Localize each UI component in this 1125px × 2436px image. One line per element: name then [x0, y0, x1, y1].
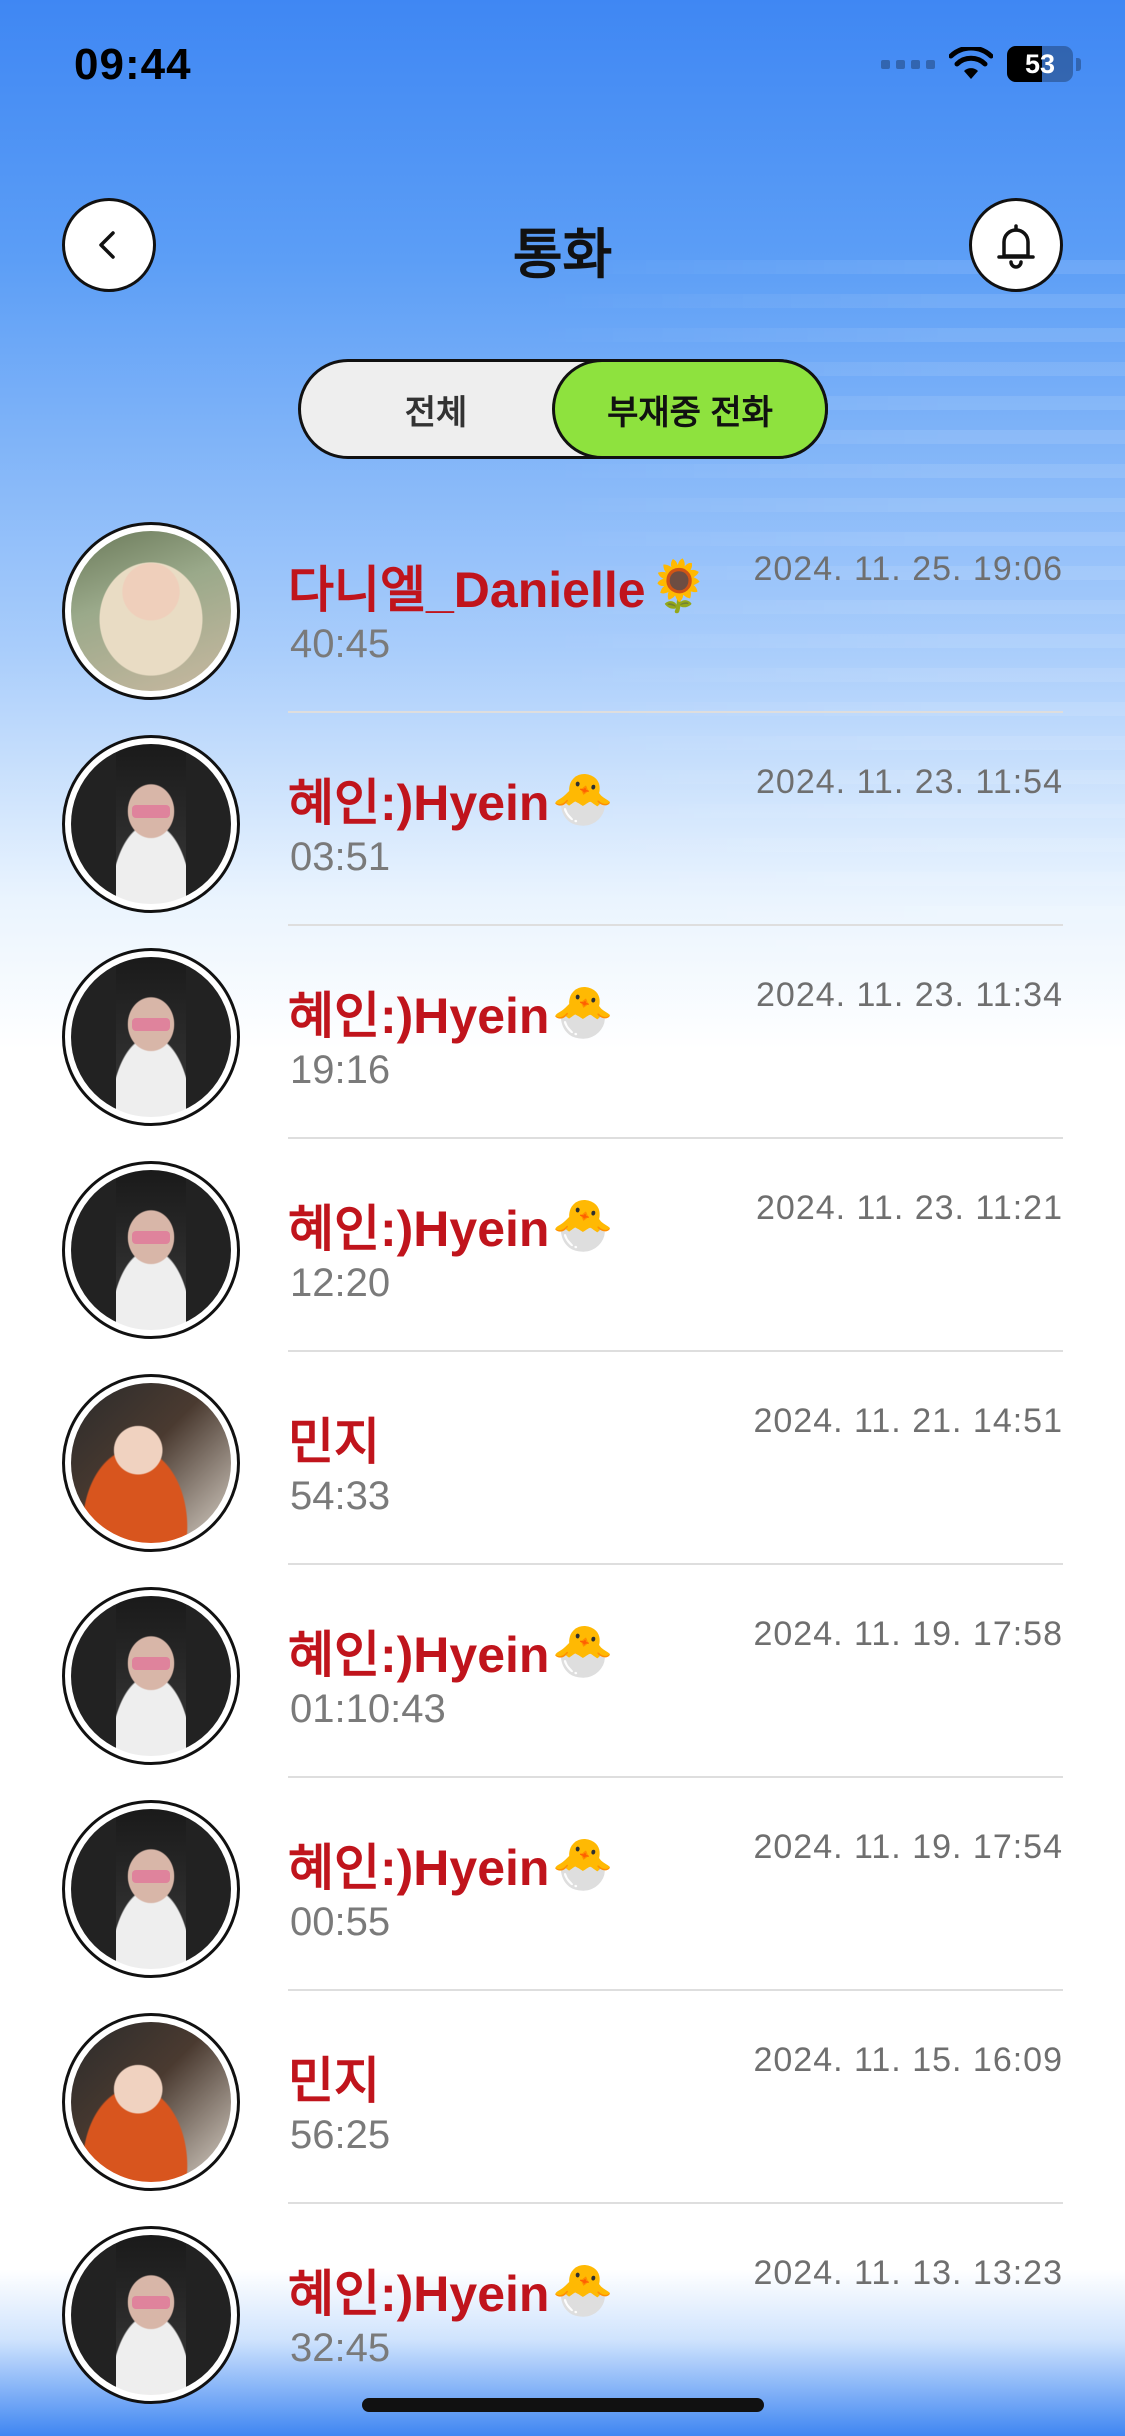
caller-emoji: 🐣 — [551, 1195, 614, 1254]
call-duration: 00:55 — [290, 1900, 391, 1944]
caller-name-text: 혜인:)Hyein — [288, 1627, 550, 1683]
call-date: 2024. 11. 15. 16:09 — [753, 2041, 1063, 2079]
call-list-item[interactable]: 혜인:)Hyein 🐣 19:16 2024. 11. 23. 11:34 — [0, 926, 1125, 1139]
caller-name-text: 민지 — [288, 1414, 380, 1470]
caller-name-text: 다니엘_Danielle — [288, 562, 646, 618]
call-date: 2024. 11. 23. 11:21 — [756, 1189, 1063, 1227]
avatar[interactable] — [62, 1800, 240, 1978]
call-duration: 54:33 — [290, 1474, 391, 1518]
caller-name: 혜인:)Hyein 🐣 — [288, 976, 614, 1048]
call-duration: 03:51 — [290, 835, 391, 879]
call-duration: 40:45 — [290, 622, 391, 666]
call-date: 2024. 11. 23. 11:34 — [756, 976, 1063, 1014]
avatar[interactable] — [62, 1161, 240, 1339]
call-duration: 32:45 — [290, 2326, 391, 2370]
avatar[interactable] — [62, 522, 240, 700]
caller-name-text: 혜인:)Hyein — [288, 2266, 550, 2322]
caller-name: 민지 — [288, 2041, 382, 2113]
avatar-photo — [71, 744, 231, 904]
caller-name: 혜인:)Hyein 🐣 — [288, 1828, 614, 1900]
call-date: 2024. 11. 21. 14:51 — [753, 1402, 1063, 1440]
caller-name: 혜인:)Hyein 🐣 — [288, 2254, 614, 2326]
call-list-item[interactable]: 혜인:)Hyein 🐣 03:51 2024. 11. 23. 11:54 — [0, 713, 1125, 926]
avatar-photo — [71, 2235, 231, 2395]
avatar[interactable] — [62, 2013, 240, 2191]
avatar-photo — [71, 957, 231, 1117]
caller-emoji: 🐣 — [551, 982, 614, 1041]
avatar-photo — [71, 531, 231, 691]
avatar[interactable] — [62, 1587, 240, 1765]
bell-icon — [997, 224, 1035, 269]
call-duration: 01:10:43 — [290, 1687, 446, 1731]
call-list-item[interactable]: 혜인:)Hyein 🐣 01:10:43 2024. 11. 19. 17:58 — [0, 1565, 1125, 1778]
avatar[interactable] — [62, 2226, 240, 2404]
notifications-button[interactable] — [969, 198, 1063, 292]
avatar[interactable] — [62, 1374, 240, 1552]
caller-emoji: 🐣 — [551, 1621, 614, 1680]
call-duration: 56:25 — [290, 2113, 391, 2157]
call-date: 2024. 11. 25. 19:06 — [753, 550, 1063, 588]
wifi-icon — [949, 47, 993, 79]
call-duration: 19:16 — [290, 1048, 391, 1092]
avatar-photo — [71, 1383, 231, 1543]
battery-cap — [1076, 57, 1081, 71]
tab-missed-calls[interactable]: 부재중 전화 — [552, 359, 828, 459]
page-title: 통화 — [512, 225, 613, 285]
cellular-signal-icon — [881, 59, 935, 69]
avatar-photo — [71, 1596, 231, 1756]
home-indicator[interactable] — [362, 2398, 764, 2412]
caller-name: 민지 — [288, 1402, 382, 1474]
call-date: 2024. 11. 13. 13:23 — [753, 2254, 1063, 2292]
call-list-item[interactable]: 혜인:)Hyein 🐣 32:45 2024. 11. 13. 13:23 — [0, 2204, 1125, 2417]
call-date: 2024. 11. 19. 17:58 — [753, 1615, 1063, 1653]
battery-level: 53 — [1024, 48, 1056, 79]
caller-emoji: 🐣 — [551, 1834, 614, 1893]
caller-name-text: 혜인:)Hyein — [288, 988, 550, 1044]
call-date: 2024. 11. 19. 17:54 — [753, 1828, 1063, 1866]
caller-name-text: 혜인:)Hyein — [288, 1201, 550, 1257]
caller-name-text: 혜인:)Hyein — [288, 775, 550, 831]
caller-emoji: 🌻 — [647, 556, 710, 615]
tab-all-calls[interactable]: 전체 — [301, 362, 571, 456]
call-date: 2024. 11. 23. 11:54 — [756, 763, 1063, 801]
status-icons: 53 — [881, 46, 1081, 82]
call-filter-segmented-control: 전체 부재중 전화 — [298, 359, 828, 459]
caller-name: 혜인:)Hyein 🐣 — [288, 763, 614, 835]
call-duration: 12:20 — [290, 1261, 391, 1305]
caller-name: 다니엘_Danielle 🌻 — [288, 550, 710, 622]
caller-name: 혜인:)Hyein 🐣 — [288, 1189, 614, 1261]
caller-name-text: 혜인:)Hyein — [288, 1840, 550, 1896]
avatar-photo — [71, 1170, 231, 1330]
call-list-item[interactable]: 민지 54:33 2024. 11. 21. 14:51 — [0, 1352, 1125, 1565]
avatar-photo — [71, 2022, 231, 2182]
caller-name: 혜인:)Hyein 🐣 — [288, 1615, 614, 1687]
battery-icon: 53 — [1007, 46, 1073, 82]
caller-name-text: 민지 — [288, 2053, 380, 2109]
call-list-item[interactable]: 혜인:)Hyein 🐣 12:20 2024. 11. 23. 11:21 — [0, 1139, 1125, 1352]
caller-emoji: 🐣 — [551, 2260, 614, 2319]
caller-emoji: 🐣 — [551, 769, 614, 828]
status-time: 09:44 — [74, 40, 192, 89]
call-list-item[interactable]: 다니엘_Danielle 🌻 40:45 2024. 11. 25. 19:06 — [0, 500, 1125, 713]
call-list-item[interactable]: 혜인:)Hyein 🐣 00:55 2024. 11. 19. 17:54 — [0, 1778, 1125, 1991]
avatar-photo — [71, 1809, 231, 1969]
call-list-item[interactable]: 민지 56:25 2024. 11. 15. 16:09 — [0, 1991, 1125, 2204]
call-list: 다니엘_Danielle 🌻 40:45 2024. 11. 25. 19:06 혜인:… — [0, 500, 1125, 2417]
avatar[interactable] — [62, 948, 240, 1126]
avatar[interactable] — [62, 735, 240, 913]
